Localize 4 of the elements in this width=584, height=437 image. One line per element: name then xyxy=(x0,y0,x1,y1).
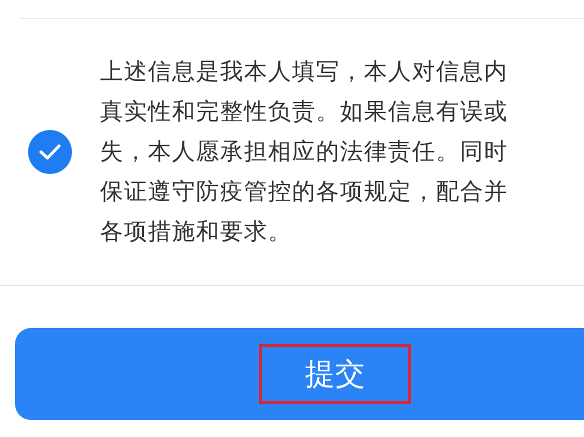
checkmark-icon xyxy=(39,144,61,160)
agreement-text: 上述信息是我本人填写，本人对信息内 真实性和完整性负责。如果信息有误或 失，本人愿承担相应的法律责任。同时 保证遵守防疫管控的各项规定，配合并 各项措施和要求。 xyxy=(100,58,508,247)
checkbox[interactable] xyxy=(28,130,72,174)
submit-button[interactable]: 提交 xyxy=(15,328,584,420)
